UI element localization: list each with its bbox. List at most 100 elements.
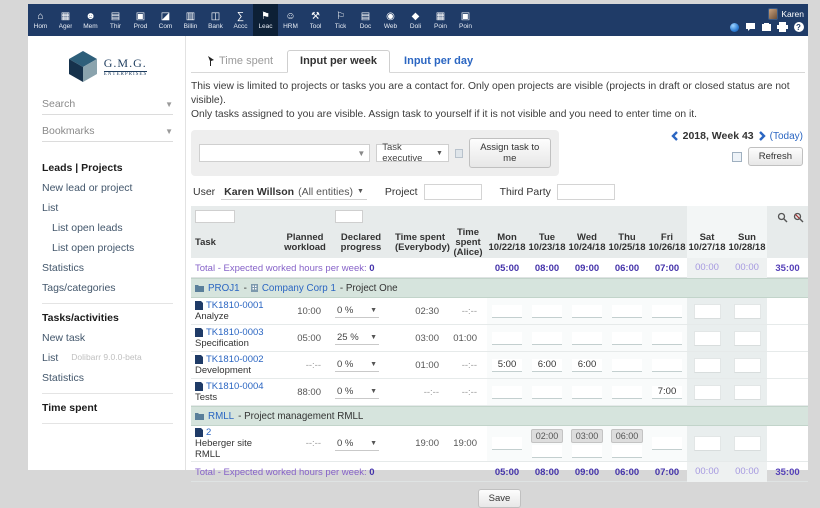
company-link[interactable]: Company Corp 1 xyxy=(262,283,336,294)
time-spent-everybody[interactable]: 01:00 xyxy=(391,360,449,371)
progress-select[interactable]: 25 %▼ xyxy=(335,331,379,345)
menubar-item-tool[interactable]: ⚒Tool xyxy=(303,4,328,36)
time-input[interactable] xyxy=(532,386,562,399)
time-input[interactable] xyxy=(572,332,602,345)
task-ref-link[interactable]: TK1810-0001 xyxy=(206,300,264,311)
user-chip[interactable]: Karen xyxy=(768,8,804,20)
time-input[interactable] xyxy=(572,445,602,458)
search-dropdown[interactable]: Search▼ xyxy=(42,98,173,115)
time-input[interactable] xyxy=(694,436,721,451)
next-week-icon[interactable] xyxy=(758,131,766,141)
sidebar-section-2[interactable]: Time spent xyxy=(28,396,185,418)
time-input[interactable] xyxy=(492,305,522,318)
project-ref-link[interactable]: PROJ1 xyxy=(208,283,240,294)
task-ref-link[interactable]: TK1810-0002 xyxy=(206,354,264,365)
print-icon[interactable] xyxy=(777,22,788,33)
sidebar-item[interactable]: Statistics xyxy=(28,258,185,278)
time-input[interactable] xyxy=(734,436,761,451)
menubar-item-com[interactable]: ◪Com xyxy=(153,4,178,36)
today-link[interactable]: (Today) xyxy=(770,131,803,142)
time-input[interactable] xyxy=(734,385,761,400)
help-icon[interactable]: ? xyxy=(793,22,804,33)
task-filter-input[interactable] xyxy=(195,210,235,223)
time-input[interactable] xyxy=(652,386,682,399)
menubar-item-poin[interactable]: ▦Poin xyxy=(428,4,453,36)
assign-task-button[interactable]: Assign task to me xyxy=(469,138,551,168)
menubar-item-ager[interactable]: ▦Ager xyxy=(53,4,78,36)
sidebar-item[interactable]: List open leads xyxy=(28,218,185,238)
time-input[interactable] xyxy=(694,385,721,400)
time-input[interactable] xyxy=(734,304,761,319)
tab-time-spent[interactable]: Time spent xyxy=(195,51,285,72)
time-input[interactable] xyxy=(734,331,761,346)
menubar-item-hrm[interactable]: ☺HRM xyxy=(278,4,303,36)
time-spent-everybody[interactable]: 02:30 xyxy=(391,306,449,317)
menubar-item-hom[interactable]: ⌂Hom xyxy=(28,4,53,36)
progress-select[interactable]: 0 %▼ xyxy=(335,358,379,372)
previous-week-icon[interactable] xyxy=(671,131,679,141)
progress-filter-input[interactable] xyxy=(335,210,363,223)
task-ref-link[interactable]: 2 xyxy=(206,427,211,438)
menubar-item-prod[interactable]: ▣Prod xyxy=(128,4,153,36)
time-input[interactable] xyxy=(612,386,642,399)
task-ref-link[interactable]: TK1810-0004 xyxy=(206,381,264,392)
project-ref-link[interactable]: RMLL xyxy=(208,411,234,422)
time-spent-everybody[interactable]: 03:00 xyxy=(391,333,449,344)
time-input[interactable] xyxy=(652,305,682,318)
time-input[interactable] xyxy=(612,445,642,458)
task-ref-link[interactable]: TK1810-0003 xyxy=(206,327,264,338)
col-spent-everybody-header[interactable]: Time spent (Everybody) xyxy=(391,233,449,253)
time-input[interactable] xyxy=(572,386,602,399)
progress-select[interactable]: 0 %▼ xyxy=(335,385,379,399)
tab-input-per-week[interactable]: Input per week xyxy=(287,50,390,73)
time-input[interactable] xyxy=(532,445,562,458)
time-input[interactable] xyxy=(612,332,642,345)
time-input[interactable] xyxy=(532,359,562,372)
clear-filters-icon[interactable] xyxy=(793,212,804,223)
time-input[interactable] xyxy=(612,359,642,372)
menubar-item-web[interactable]: ◉Web xyxy=(378,4,403,36)
time-input[interactable] xyxy=(492,386,522,399)
time-input[interactable] xyxy=(694,304,721,319)
time-input[interactable] xyxy=(492,359,522,372)
time-input[interactable] xyxy=(572,359,602,372)
time-input[interactable] xyxy=(694,331,721,346)
time-input[interactable] xyxy=(492,437,522,450)
tab-input-per-day[interactable]: Input per day xyxy=(392,51,485,72)
calendar-icon[interactable] xyxy=(732,152,742,162)
progress-select[interactable]: 0 %▼ xyxy=(335,437,379,451)
sidebar-item[interactable]: Statistics xyxy=(28,368,185,388)
time-input[interactable] xyxy=(652,359,682,372)
time-input[interactable] xyxy=(532,305,562,318)
col-planned-header[interactable]: Planned workload xyxy=(279,233,331,253)
sidebar-item[interactable]: List xyxy=(28,198,185,218)
chat-icon[interactable] xyxy=(745,22,756,33)
vcard-icon[interactable] xyxy=(761,22,772,33)
menubar-item-bank[interactable]: ◫Bank xyxy=(203,4,228,36)
time-input[interactable] xyxy=(652,437,682,450)
sidebar-section-0[interactable]: Leads | Projects xyxy=(28,156,185,178)
menubar-item-doc[interactable]: ▤Doc xyxy=(353,4,378,36)
menubar-item-tick[interactable]: ⚐Tick xyxy=(328,4,353,36)
menubar-item-mem[interactable]: ☻Mem xyxy=(78,4,103,36)
sidebar-item[interactable]: New task xyxy=(28,328,185,348)
task-combobox[interactable]: ▼ xyxy=(199,144,370,162)
refresh-button[interactable]: Refresh xyxy=(748,147,803,166)
col-declared-header[interactable]: Declared progress xyxy=(331,233,391,253)
role-select[interactable]: Task executive▼ xyxy=(376,144,449,162)
user-select[interactable]: Karen Willson (All entities) ▼ xyxy=(221,185,367,200)
time-input[interactable] xyxy=(492,332,522,345)
col-task-header[interactable]: Task xyxy=(191,238,279,248)
sidebar-section-1[interactable]: Tasks/activities xyxy=(28,306,185,328)
theme-sphere-icon[interactable] xyxy=(729,22,740,33)
time-input[interactable] xyxy=(694,358,721,373)
progress-select[interactable]: 0 %▼ xyxy=(335,304,379,318)
bookmarks-dropdown[interactable]: Bookmarks▼ xyxy=(42,125,173,142)
menubar-item-accc[interactable]: ∑Accc xyxy=(228,4,253,36)
menubar-item-thir[interactable]: ▤Thir xyxy=(103,4,128,36)
menubar-item-poin[interactable]: ▣Poin xyxy=(453,4,478,36)
third-party-input[interactable] xyxy=(557,184,615,200)
time-input[interactable] xyxy=(572,305,602,318)
menubar-item-billin[interactable]: ▥Billin xyxy=(178,4,203,36)
time-input[interactable] xyxy=(532,332,562,345)
